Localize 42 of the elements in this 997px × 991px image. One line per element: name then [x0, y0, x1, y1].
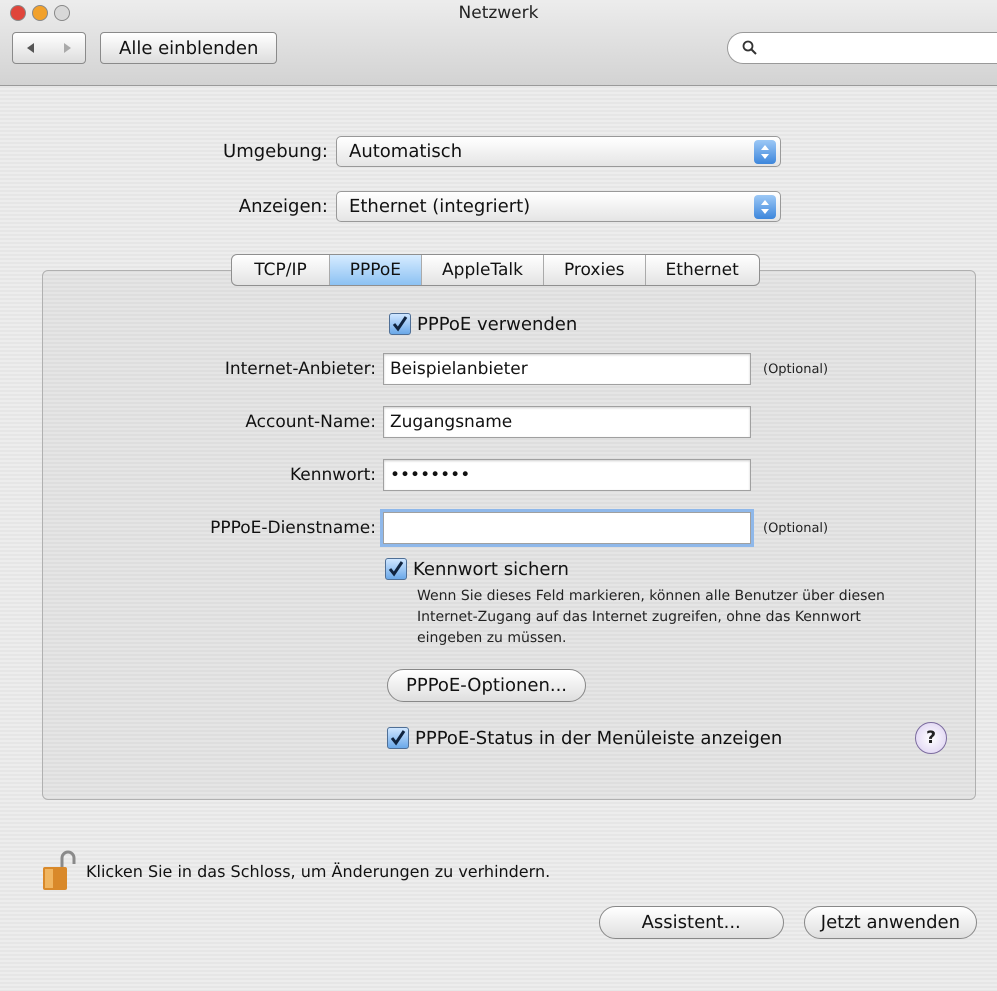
- input-field[interactable]: Zugangsname: [383, 406, 751, 438]
- input-field[interactable]: [383, 512, 751, 544]
- dialog-button[interactable]: Jetzt anwenden: [804, 906, 977, 939]
- stepper-icon: [754, 140, 776, 164]
- description-text: Wenn Sie dieses Feld markieren, können alle Benutzer über diesen Internet-Zugang auf das Internet zugreifen, ohne das Kennwort eingeben zu müssen.: [417, 587, 886, 648]
- tab[interactable]: PPPoE: [330, 255, 422, 285]
- search-icon: [742, 40, 758, 56]
- padlock-icon[interactable]: [42, 850, 76, 892]
- lock-hint-text: Klicken Sie in das Schloss, um Änderungen zu verhindern.: [86, 862, 550, 880]
- field-label: PPPoE-Dienstname:: [209, 518, 376, 538]
- stepper-icon: [754, 194, 776, 218]
- tab[interactable]: Proxies: [544, 255, 646, 285]
- help-button[interactable]: ?: [915, 722, 947, 754]
- input-field[interactable]: Beispielanbieter: [383, 353, 751, 385]
- right-arrow-icon: [62, 43, 72, 53]
- left-arrow-icon: [26, 43, 36, 53]
- optional-note: (Optional): [763, 362, 828, 376]
- popup-label: Umgebung:: [222, 141, 328, 162]
- window-control-icon[interactable]: [54, 5, 70, 21]
- checkbox-label: PPPoE-Status in der Menüleiste anzeigen: [415, 728, 782, 748]
- field-label: Account-Name:: [244, 412, 376, 432]
- checkbox[interactable]: [385, 558, 407, 580]
- input-field[interactable]: ••••••••: [383, 459, 751, 491]
- checkbox[interactable]: [389, 313, 411, 335]
- checkbox-label: Kennwort sichern: [413, 558, 569, 580]
- checkbox[interactable]: [387, 727, 409, 749]
- popup-label: Anzeigen:: [238, 196, 328, 217]
- tab[interactable]: AppleTalk: [422, 255, 544, 285]
- field-label: Kennwort:: [289, 465, 376, 485]
- field-label: Internet-Anbieter:: [224, 359, 376, 379]
- search-field[interactable]: [727, 32, 997, 64]
- checkbox-label: PPPoE verwenden: [417, 314, 578, 334]
- optional-note: (Optional): [763, 520, 828, 536]
- tab[interactable]: Ethernet: [646, 255, 759, 285]
- dialog-button[interactable]: Assistent...: [598, 906, 784, 939]
- popup-menu[interactable]: Automatisch: [336, 136, 781, 167]
- pppoe-options-button[interactable]: PPPoE-Optionen...: [387, 669, 586, 702]
- popup-menu[interactable]: Ethernet (integriert): [336, 191, 781, 222]
- window-control-icon[interactable]: [32, 5, 48, 21]
- window-title: Netzwerk: [458, 3, 538, 23]
- show-all-button[interactable]: Alle einblenden: [100, 32, 278, 64]
- window-control-icon[interactable]: [10, 5, 26, 21]
